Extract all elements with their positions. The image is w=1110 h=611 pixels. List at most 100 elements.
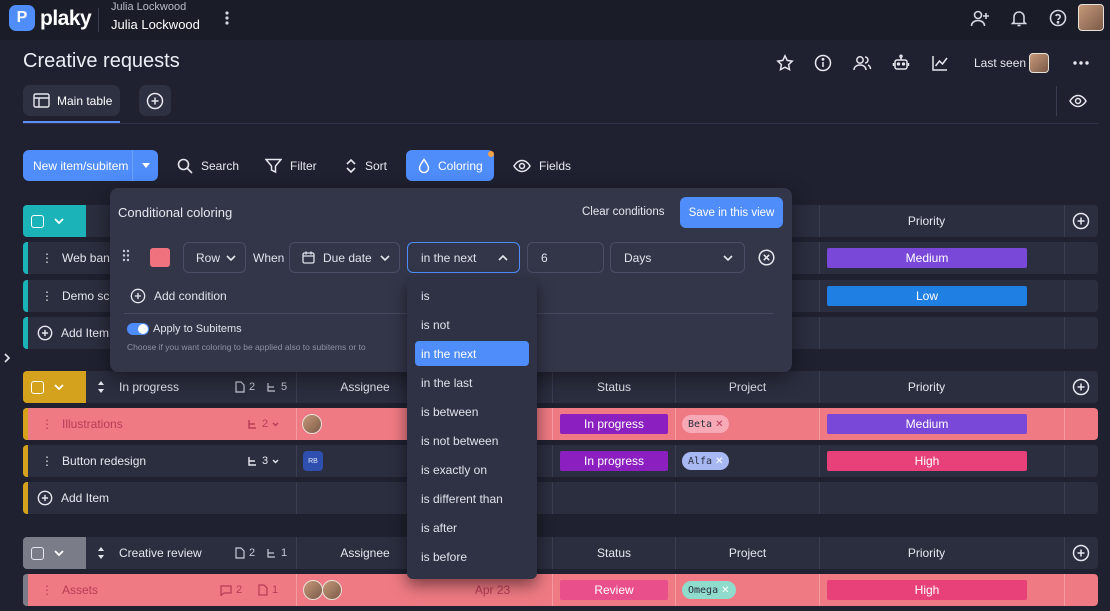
status-pill[interactable]: In progress [560, 451, 668, 471]
operator-option-is-different-than[interactable]: is different than [415, 486, 529, 511]
remove-tag-icon[interactable]: ✕ [715, 456, 723, 467]
add-view-button[interactable] [139, 85, 171, 116]
automation-robot-icon[interactable] [890, 52, 912, 74]
group-select-checkbox[interactable] [31, 380, 44, 394]
search-button[interactable]: Search [177, 150, 239, 181]
column-header-status[interactable]: Status [553, 537, 675, 569]
assignee-initials-avatar[interactable]: RB [303, 451, 323, 471]
add-column-button[interactable] [1070, 210, 1092, 232]
new-item-button[interactable]: New item/subitem [23, 150, 158, 181]
column-header-status[interactable]: Status [553, 371, 675, 403]
add-condition-button[interactable]: Add condition [130, 288, 227, 304]
add-column-button[interactable] [1070, 542, 1092, 564]
remove-tag-icon[interactable]: ✕ [715, 419, 723, 430]
row-more-icon[interactable]: ⋮ [41, 445, 53, 477]
plaky-logo-icon[interactable]: P [9, 5, 35, 31]
operator-option-is-not[interactable]: is not [415, 312, 529, 337]
column-header-priority[interactable]: Priority [820, 371, 1033, 403]
target-select[interactable]: Row [183, 242, 246, 273]
group-color-handle[interactable] [23, 537, 86, 569]
notifications-bell-icon[interactable] [1008, 7, 1030, 29]
invite-user-icon[interactable] [968, 7, 992, 29]
assignee-avatar[interactable] [322, 580, 342, 600]
field-select[interactable]: Due date [289, 242, 400, 273]
priority-pill[interactable]: Low [827, 286, 1027, 306]
apply-subitems-toggle[interactable] [127, 323, 149, 335]
column-header-project[interactable]: Project [676, 371, 819, 403]
priority-pill[interactable]: Medium [827, 414, 1027, 434]
operator-option-is-exactly-on[interactable]: is exactly on [415, 457, 529, 482]
group-color-handle[interactable] [23, 371, 86, 403]
project-tag[interactable]: Beta ✕ [682, 415, 730, 433]
save-in-view-button[interactable]: Save in this view [680, 197, 783, 228]
group-select-checkbox[interactable] [31, 214, 44, 228]
board-more-icon[interactable] [1070, 54, 1092, 72]
tab-main-table[interactable]: Main table [23, 85, 120, 116]
new-item-dropdown-icon[interactable] [132, 150, 158, 181]
sidebar-expand-chevron-icon[interactable] [1, 350, 13, 366]
item-name[interactable]: Illustrations [62, 408, 123, 440]
drag-handle-icon[interactable] [122, 249, 130, 265]
operator-option-is-between[interactable]: is between [415, 399, 529, 424]
group-select-checkbox[interactable] [31, 546, 44, 560]
workspace-more-icon[interactable] [219, 8, 235, 28]
members-icon[interactable] [850, 52, 874, 74]
priority-pill[interactable]: High [827, 451, 1027, 471]
unit-select[interactable]: Days [610, 242, 745, 273]
column-header-priority[interactable]: Priority [820, 205, 1033, 237]
project-tag[interactable]: Alfa ✕ [682, 452, 730, 470]
operator-option-in-the-last[interactable]: in the last [415, 370, 529, 395]
row-more-icon[interactable]: ⋮ [41, 280, 53, 312]
add-item-row[interactable]: Add Item [23, 482, 1098, 514]
files-count[interactable]: 1 [258, 574, 278, 606]
group-name[interactable]: Creative review [119, 537, 202, 569]
item-name[interactable]: Button redesign [62, 445, 146, 477]
operator-option-in-the-next[interactable]: in the next [415, 341, 529, 366]
column-header-project[interactable]: Project [676, 537, 819, 569]
workspace-name[interactable]: Julia Lockwood [111, 17, 200, 32]
drag-sort-icon[interactable] [97, 371, 105, 403]
add-item-button[interactable]: Add Item [37, 317, 109, 349]
operator-select[interactable]: in the next [407, 242, 520, 273]
status-pill[interactable]: Review [560, 580, 668, 600]
item-name[interactable]: Assets [62, 574, 98, 606]
sort-button[interactable]: Sort [345, 150, 387, 181]
table-row[interactable]: ⋮ Assets 2 1 Apr 23 Review Omega ✕ High [23, 574, 1098, 606]
operator-option-is[interactable]: is [415, 283, 529, 308]
priority-pill[interactable]: Medium [827, 248, 1027, 268]
color-swatch[interactable] [150, 248, 170, 267]
table-row[interactable]: ⋮ Illustrations 2 In progress Beta ✕ Med… [23, 408, 1098, 440]
group-name[interactable]: In progress [119, 371, 179, 403]
priority-pill[interactable]: High [827, 580, 1027, 600]
operator-option-is-not-between[interactable]: is not between [415, 428, 529, 453]
add-item-button[interactable]: Add Item [37, 482, 109, 514]
assignee-avatar[interactable] [302, 414, 322, 434]
user-avatar[interactable] [1078, 4, 1104, 31]
subitems-toggle[interactable]: 3 [247, 445, 279, 477]
item-name[interactable]: Demo scr [62, 280, 113, 312]
info-icon[interactable] [812, 52, 834, 74]
favorite-star-icon[interactable] [774, 52, 796, 74]
view-visibility-eye-icon[interactable] [1067, 91, 1089, 111]
project-tag[interactable]: Omega ✕ [682, 581, 736, 599]
fields-button[interactable]: Fields [513, 150, 571, 181]
operator-option-is-before[interactable]: is before [415, 544, 529, 569]
remove-condition-icon[interactable] [758, 249, 775, 269]
number-input[interactable]: 6 [527, 242, 604, 273]
operator-option-is-after[interactable]: is after [415, 515, 529, 540]
chevron-down-icon[interactable] [54, 550, 64, 556]
add-column-button[interactable] [1070, 376, 1092, 398]
chevron-down-icon[interactable] [54, 384, 64, 390]
assignee-avatar[interactable] [303, 580, 323, 600]
filter-button[interactable]: Filter [265, 150, 317, 181]
subitems-toggle[interactable]: 2 [247, 408, 279, 440]
item-name[interactable]: Web bann [62, 242, 117, 274]
last-seen-avatar[interactable] [1029, 53, 1049, 73]
group-color-handle[interactable] [23, 205, 86, 237]
chevron-down-icon[interactable] [54, 218, 64, 224]
clear-conditions-button[interactable]: Clear conditions [582, 206, 664, 218]
table-row[interactable]: ⋮ Button redesign 3 RB In progress Alfa … [23, 445, 1098, 477]
column-header-priority[interactable]: Priority [820, 537, 1033, 569]
help-icon[interactable] [1047, 7, 1069, 29]
coloring-button[interactable]: Coloring [406, 150, 494, 181]
